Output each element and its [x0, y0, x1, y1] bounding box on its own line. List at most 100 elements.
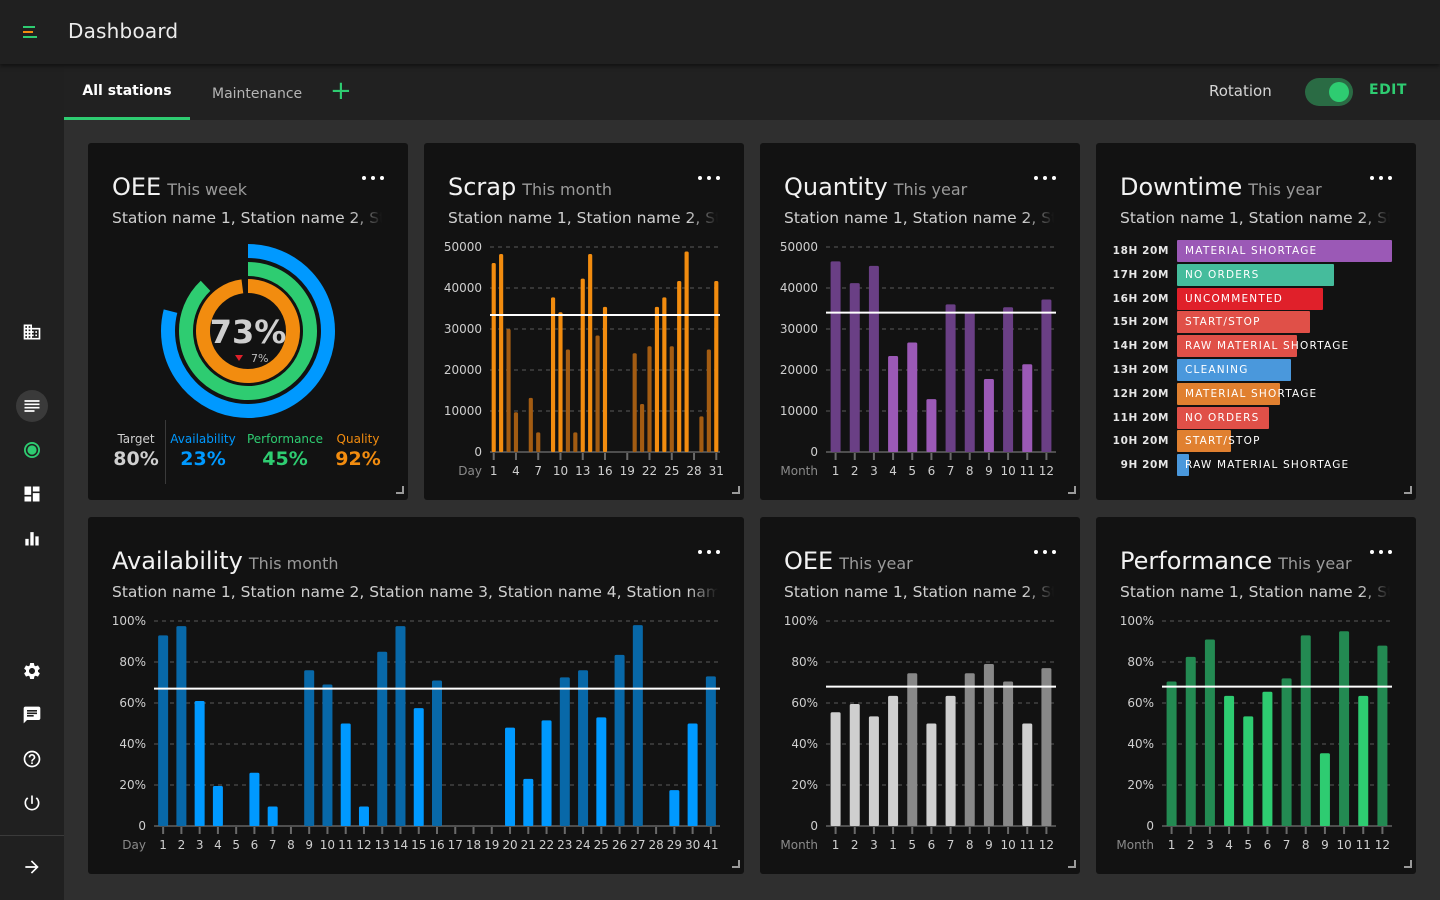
- dashboard-icon[interactable]: [16, 478, 48, 510]
- resize-handle[interactable]: [1068, 860, 1076, 868]
- bar: [322, 684, 333, 826]
- downtime-row[interactable]: 15H 20M START/STOP: [1096, 311, 1416, 334]
- x-tick-label: 2: [851, 838, 859, 852]
- resize-handle[interactable]: [732, 486, 740, 494]
- bar: [536, 432, 541, 452]
- bar: [868, 265, 879, 452]
- downtime-row[interactable]: 9H 20M RAW MATERIAL SHORTAGE: [1096, 454, 1416, 477]
- resize-handle[interactable]: [1404, 486, 1412, 494]
- chat-icon[interactable]: [16, 699, 48, 731]
- x-tick-label: 1: [490, 464, 498, 478]
- bar: [983, 664, 994, 826]
- tab-label: All stations: [82, 82, 172, 99]
- x-axis-title: Month: [780, 838, 818, 852]
- rotation-toggle[interactable]: [1305, 78, 1353, 106]
- downtime-duration: 17H 20M: [1112, 268, 1169, 281]
- power-icon[interactable]: [16, 787, 48, 819]
- x-axis-title: Month: [1116, 838, 1154, 852]
- x-tick-label: 1: [889, 838, 897, 852]
- bar: [669, 790, 680, 826]
- x-tick-label: 31: [709, 464, 724, 478]
- x-tick-label: 21: [521, 838, 536, 852]
- bar: [1377, 645, 1388, 826]
- edit-button[interactable]: EDIT: [1369, 82, 1407, 98]
- bar: [1022, 723, 1033, 826]
- downtime-row[interactable]: 13H 20M CLEANING: [1096, 359, 1416, 381]
- gear-icon[interactable]: [16, 655, 48, 687]
- bar: [528, 397, 533, 452]
- bar: [1166, 681, 1177, 826]
- bar: [632, 353, 637, 452]
- x-tick-label: 3: [196, 838, 204, 852]
- y-tick-label: 10000: [780, 404, 818, 418]
- x-tick-label: 22: [539, 838, 554, 852]
- bar: [550, 297, 556, 452]
- add-tab-button[interactable]: +: [330, 78, 352, 104]
- bar: [1262, 691, 1273, 826]
- downtime-row[interactable]: 14H 20M RAW MATERIAL SHORTAGE: [1096, 335, 1416, 358]
- downtime-row[interactable]: 16H 20M UNCOMMENTED: [1096, 287, 1416, 310]
- x-tick-label: 4: [214, 838, 222, 852]
- x-tick-label: 3: [870, 838, 878, 852]
- bar: [868, 716, 879, 826]
- tab-all-stations[interactable]: All stations: [64, 64, 190, 120]
- x-tick-label: 4: [512, 464, 520, 478]
- downtime-row[interactable]: 18H 20M MATERIAL SHORTAGE: [1096, 240, 1416, 262]
- tab-maintenance[interactable]: Maintenance: [212, 66, 302, 122]
- kpi-label: Availability: [170, 432, 236, 446]
- card-quantity: Quantity This year Station name 1, Statio…: [760, 143, 1080, 500]
- x-tick-label: 3: [1206, 838, 1214, 852]
- bar: [687, 723, 698, 826]
- downtime-row[interactable]: 11H 20M NO ORDERS: [1096, 406, 1416, 429]
- kpi-performance: Performance 45%: [246, 432, 324, 470]
- bar: [588, 253, 593, 452]
- availability-bar-chart: 020%40%60%80%100%Day 1 2 3 4 5 6 7 8 9 10 11 12 13 14 1…: [112, 614, 720, 852]
- downtime-row[interactable]: 17H 20M NO ORDERS: [1096, 263, 1416, 286]
- kpi-label: Quality: [336, 432, 380, 446]
- bar-chart-icon[interactable]: [16, 522, 48, 554]
- bar: [506, 329, 511, 452]
- x-tick-label: 7: [1283, 838, 1291, 852]
- bar: [684, 251, 689, 452]
- downtime-row[interactable]: 10H 20M START/STOP: [1096, 430, 1416, 453]
- y-tick-label: 80%: [119, 655, 146, 669]
- card-stations: Station name 1, Station name 2, Station …: [1120, 209, 1390, 227]
- radio-status-icon[interactable]: [16, 434, 48, 466]
- downtime-duration: 9H 20M: [1120, 459, 1169, 472]
- bar: [558, 312, 563, 452]
- help-icon[interactable]: [16, 743, 48, 775]
- bar: [499, 253, 504, 452]
- building-icon[interactable]: [16, 316, 48, 348]
- kpi-value: 23%: [180, 448, 226, 470]
- oee-delta: 7%: [251, 352, 268, 365]
- bar: [1281, 678, 1292, 826]
- x-tick-label: 8: [1302, 838, 1310, 852]
- bar: [945, 695, 956, 826]
- resize-handle[interactable]: [396, 486, 404, 494]
- bar: [565, 349, 570, 452]
- more-options-button[interactable]: [1370, 173, 1392, 183]
- x-tick-label: 18: [466, 838, 481, 852]
- list-icon[interactable]: [16, 390, 48, 422]
- resize-handle[interactable]: [732, 860, 740, 868]
- kpi-label: Performance: [246, 432, 324, 446]
- resize-handle[interactable]: [1404, 860, 1412, 868]
- x-tick-label: 6: [1264, 838, 1272, 852]
- card-scrap: Scrap This month Station name 1, Station …: [424, 143, 744, 500]
- y-tick-label: 20%: [791, 778, 818, 792]
- menu-icon[interactable]: [23, 26, 37, 38]
- x-tick-label: 10: [553, 464, 568, 478]
- x-tick-label: 13: [375, 838, 390, 852]
- arrow-right-icon[interactable]: [16, 851, 48, 883]
- kpi-value: 45%: [262, 448, 308, 470]
- x-tick-label: 10: [1336, 838, 1351, 852]
- x-tick-label: 16: [429, 838, 444, 852]
- resize-handle[interactable]: [1068, 486, 1076, 494]
- bar: [964, 312, 975, 452]
- x-tick-label: 24: [575, 838, 590, 852]
- card-oee-year: OEE This year Station name 1, Station nam…: [760, 517, 1080, 874]
- downtime-row[interactable]: 12H 20M MATERIAL SHORTAGE: [1096, 382, 1416, 405]
- bar: [632, 625, 643, 826]
- bar: [706, 349, 711, 452]
- x-tick-label: 14: [393, 838, 408, 852]
